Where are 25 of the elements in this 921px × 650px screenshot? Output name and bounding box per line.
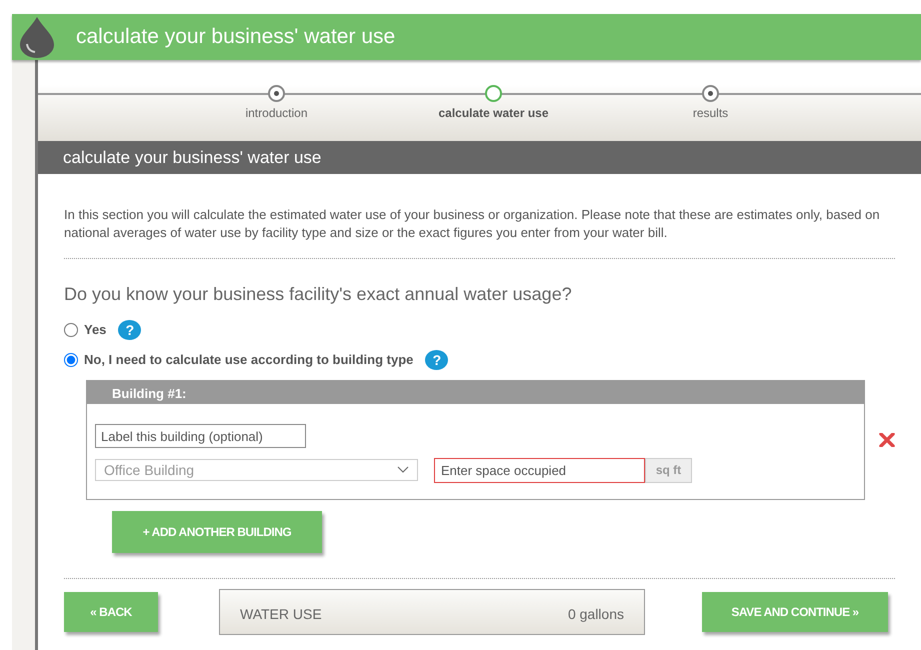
- building-title: Building #1:: [87, 381, 864, 404]
- help-icon[interactable]: ?: [425, 350, 448, 370]
- option-label: Yes: [84, 321, 106, 340]
- help-icon[interactable]: ?: [118, 320, 142, 340]
- back-button[interactable]: « BACK: [64, 592, 158, 632]
- save-continue-button[interactable]: SAVE AND CONTINUE »: [702, 592, 888, 632]
- section-title: calculate your business' water use: [38, 141, 921, 174]
- step-tab[interactable]: calculate water use: [385, 85, 602, 122]
- radio-button[interactable]: [64, 323, 78, 337]
- water-use-value: 0 gallons: [568, 605, 624, 624]
- header-title: calculate your business' water use: [76, 24, 396, 50]
- radio-button[interactable]: [64, 353, 78, 367]
- water-drop-icon: [18, 15, 56, 59]
- building-type-dropdown[interactable]: Office Building: [95, 459, 418, 481]
- option-label: No, I need to calculate use according to building type: [84, 351, 414, 370]
- unit-label: sq ft: [645, 458, 692, 482]
- space-field[interactable]: Enter space occupied: [434, 458, 645, 482]
- water-use-label: WATER USE: [240, 605, 322, 624]
- step-tab[interactable]: results: [602, 85, 819, 122]
- delete-icon[interactable]: [879, 432, 895, 447]
- building-label-field[interactable]: Label this building (optional): [95, 424, 306, 448]
- intro-paragraph: In this section you will calculate the estimated water use of your business or organization. Please note that these are estimates only, based on national averages of water use by facility type and size or the exact figures you enter from your water bill.: [64, 206, 881, 242]
- step-tab[interactable]: introduction: [168, 85, 385, 122]
- question-text: Do you know your business facility's exact annual water usage?: [64, 283, 573, 306]
- add-building-button[interactable]: + ADD ANOTHER BUILDING: [112, 510, 322, 552]
